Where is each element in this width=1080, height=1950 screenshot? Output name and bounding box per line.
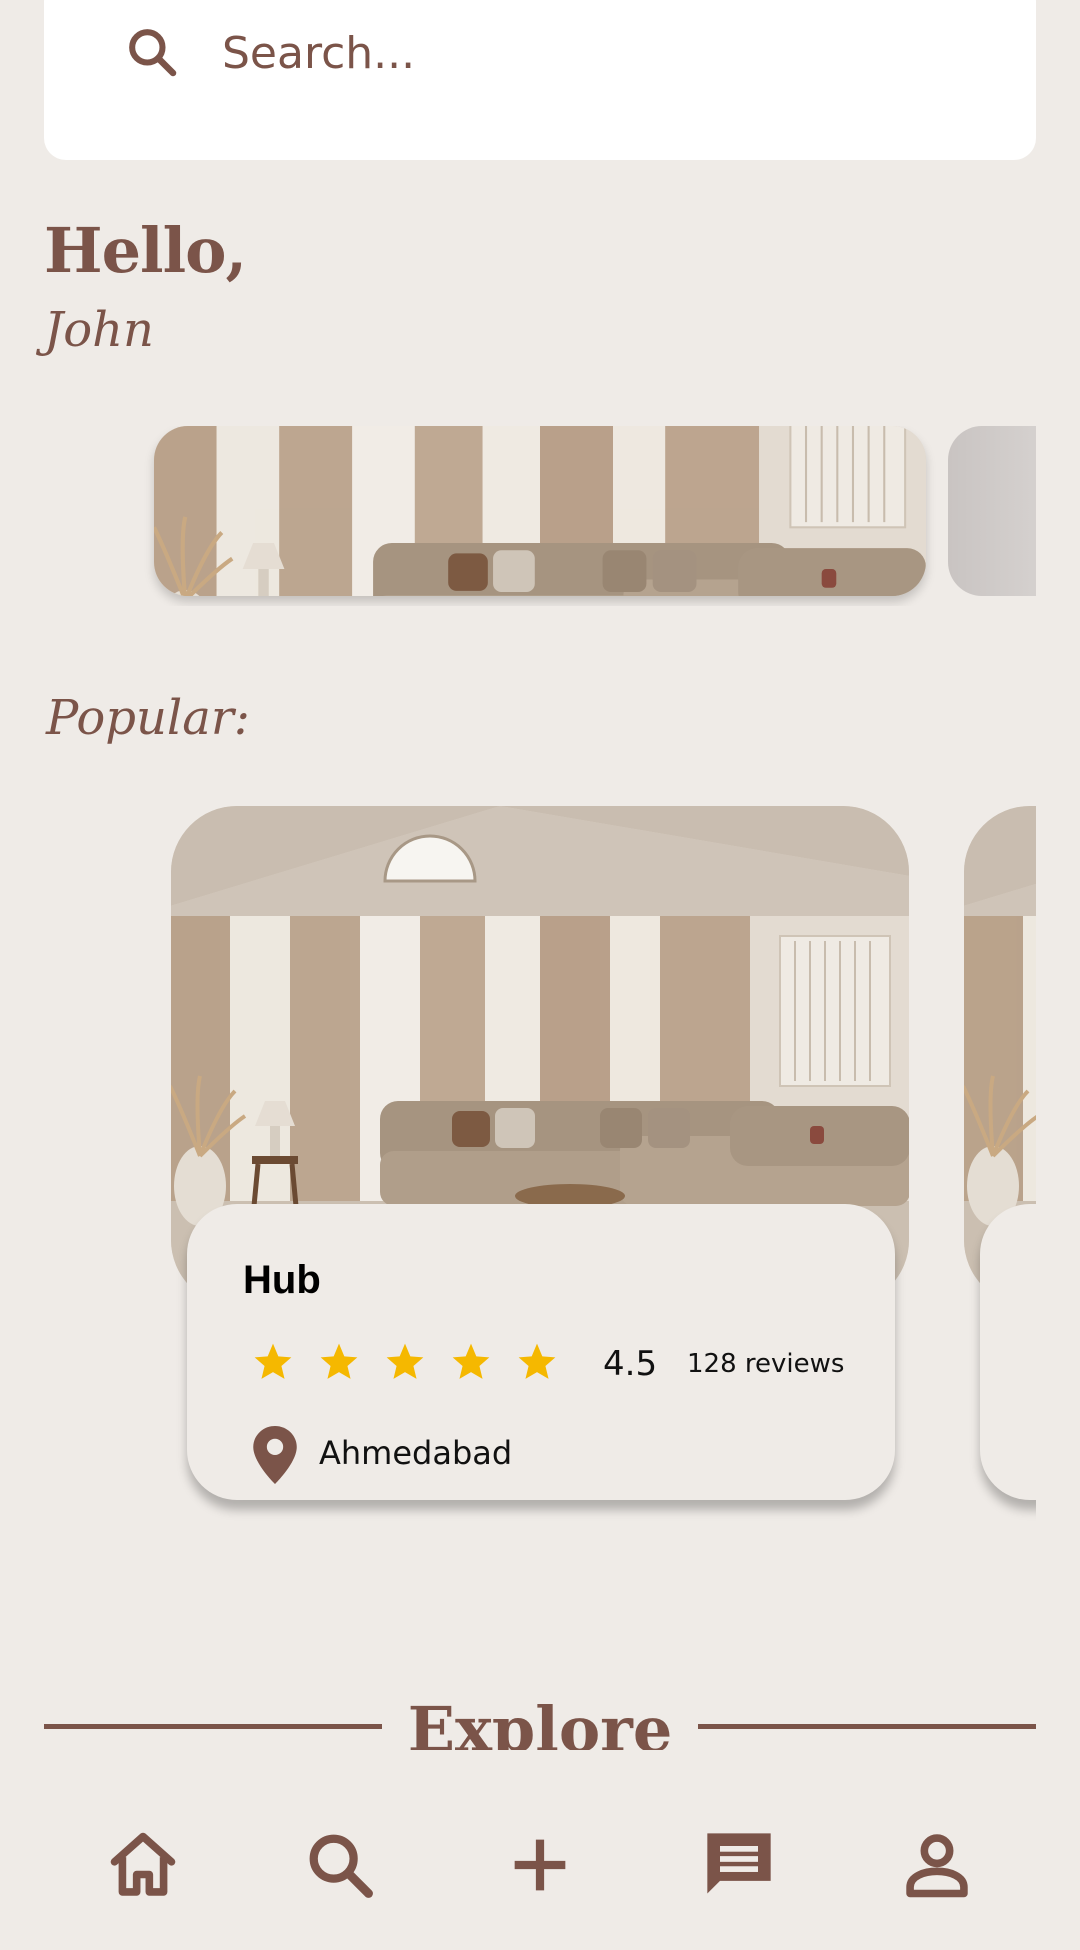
home-screen: Hello, John Popular: Hub 4.5 12 [0,0,1080,1950]
home-icon [110,1832,176,1896]
rating-value: 4.5 [603,1344,658,1384]
star-icon [452,1343,490,1379]
add-icon [514,1839,566,1891]
place-location: Ahmedabad [319,1434,513,1472]
search-icon [309,1834,373,1898]
banner-card-next[interactable] [948,426,1036,596]
nav-add[interactable] [495,1820,585,1910]
profile-icon [906,1834,968,1898]
bottom-nav [0,1800,1080,1950]
popular-heading: Popular: [46,690,250,746]
nav-profile[interactable] [892,1820,982,1910]
explore-divider-right [698,1724,1036,1729]
explore-divider-left [44,1724,382,1729]
star-rating [251,1340,559,1384]
banner-card[interactable] [154,426,926,596]
greeting-hello: Hello, [44,214,247,287]
greeting-name: John [44,302,154,358]
review-count: 128 reviews [687,1349,845,1379]
nav-messages[interactable] [694,1820,784,1910]
banner-carousel[interactable] [44,426,1036,606]
star-icon [386,1343,424,1379]
place-title: Hub [243,1258,321,1302]
search-bar[interactable] [44,0,1036,160]
search-icon [129,29,177,77]
location-pin-icon [253,1426,297,1484]
explore-heading: Explore [407,1693,673,1750]
nav-search[interactable] [295,1820,385,1910]
popular-card-next[interactable] [980,1204,1036,1500]
nav-home[interactable] [98,1820,188,1910]
banner-image [154,426,926,596]
star-icon [320,1343,358,1379]
popular-card[interactable]: Hub 4.5 128 reviews Ahmedabad [187,1204,895,1500]
search-input[interactable] [220,20,924,86]
popular-carousel[interactable]: Hub 4.5 128 reviews Ahmedabad [44,806,1036,1526]
star-icon [254,1343,292,1379]
chat-icon [707,1833,771,1894]
star-icon [518,1343,556,1379]
